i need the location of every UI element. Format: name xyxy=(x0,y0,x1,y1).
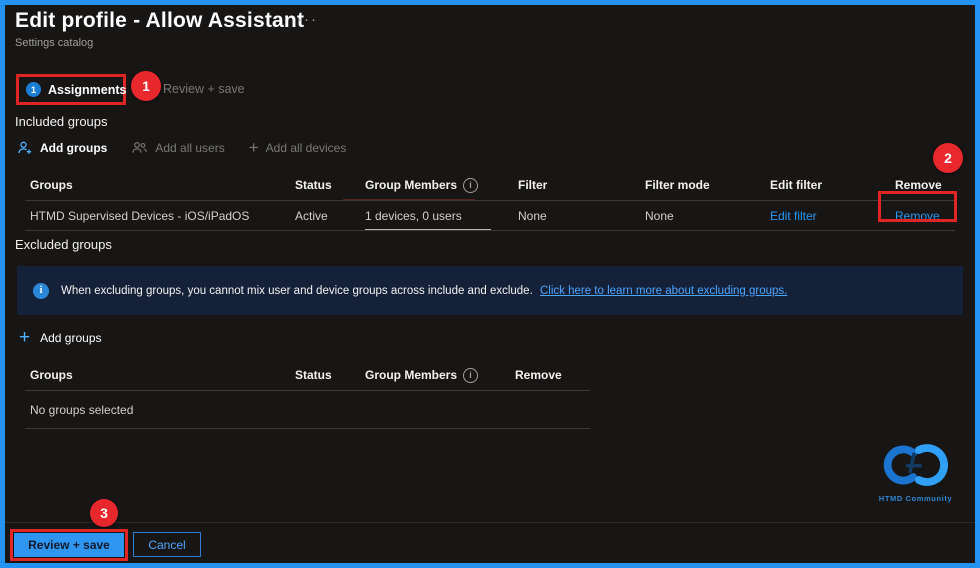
empty-state-text: No groups selected xyxy=(25,391,590,429)
htmd-community-logo: HTMD Community xyxy=(858,443,973,503)
col-edit-filter: Edit filter xyxy=(765,178,890,192)
tab-assignments[interactable]: 1 Assignments xyxy=(16,74,126,105)
annotation-badge-2: 2 xyxy=(933,143,963,173)
excluded-groups-table: Groups Status Group Members i Remove No … xyxy=(25,360,590,429)
htmd-logo-label: HTMD Community xyxy=(858,494,973,503)
col-status: Status xyxy=(290,368,360,382)
annotation-badge-1: 1 xyxy=(131,71,161,101)
excluded-table-header: Groups Status Group Members i Remove xyxy=(25,360,590,391)
add-all-devices-label: Add all devices xyxy=(266,141,347,155)
learn-more-link[interactable]: Click here to learn more about excluding… xyxy=(540,285,787,297)
col-remove: Remove xyxy=(890,178,955,192)
add-all-users-label: Add all users xyxy=(155,141,224,155)
add-groups-button[interactable]: Add groups xyxy=(17,140,107,156)
group-name: HTMD Supervised Devices - iOS/iPadOS xyxy=(25,209,290,223)
col-filter-mode: Filter mode xyxy=(640,178,765,192)
info-icon[interactable]: i xyxy=(463,178,478,193)
group-filter-mode: None xyxy=(640,209,765,223)
info-banner-icon: i xyxy=(33,283,49,299)
banner-text: When excluding groups, you cannot mix us… xyxy=(61,285,787,297)
group-members-header-underline xyxy=(343,199,475,200)
add-groups-label: Add groups xyxy=(40,141,107,155)
col-status: Status xyxy=(290,178,360,192)
plus-icon: + xyxy=(249,141,259,155)
info-icon[interactable]: i xyxy=(463,368,478,383)
add-all-users-button[interactable]: Add all users xyxy=(131,140,224,156)
group-filter: None xyxy=(513,209,640,223)
excluded-add-groups-label: Add groups xyxy=(40,331,101,345)
group-members-cell-underline xyxy=(365,229,491,230)
group-status: Active xyxy=(290,209,360,223)
remove-link[interactable]: Remove xyxy=(895,209,940,223)
cancel-button[interactable]: Cancel xyxy=(133,532,201,557)
group-members-count: 1 devices, 0 users xyxy=(360,209,513,223)
plus-icon: + xyxy=(19,331,30,345)
footer-divider xyxy=(5,522,975,523)
annotation-badge-3: 3 xyxy=(90,499,118,527)
htmd-logo-icon xyxy=(880,443,952,487)
tab-review-save[interactable]: Review + save xyxy=(163,82,245,96)
excluded-add-groups-button[interactable]: + Add groups xyxy=(19,331,102,345)
page-title: Edit profile - Allow Assistant xyxy=(15,9,304,33)
col-groups: Groups xyxy=(25,368,290,382)
people-icon xyxy=(131,140,148,156)
person-add-icon xyxy=(17,140,33,156)
included-groups-heading: Included groups xyxy=(15,114,108,129)
col-groups: Groups xyxy=(25,178,290,192)
included-groups-toolbar: Add groups Add all users + Add all devic… xyxy=(17,140,346,156)
excluded-groups-heading: Excluded groups xyxy=(15,237,112,252)
add-all-devices-button[interactable]: + Add all devices xyxy=(249,141,347,155)
table-row: HTMD Supervised Devices - iOS/iPadOS Act… xyxy=(25,201,955,231)
col-filter: Filter xyxy=(513,178,640,192)
edit-profile-window: Edit profile - Allow Assistant ··· Setti… xyxy=(0,0,980,568)
included-table-header: Groups Status Group Members i Filter Fil… xyxy=(25,170,955,201)
step-1-icon: 1 xyxy=(26,82,41,97)
exclusion-info-banner: i When excluding groups, you cannot mix … xyxy=(17,266,963,315)
col-group-members: Group Members i xyxy=(360,368,510,383)
included-groups-table: Groups Status Group Members i Filter Fil… xyxy=(25,170,955,231)
page-subtitle: Settings catalog xyxy=(15,37,93,49)
tab-assignments-label: Assignments xyxy=(48,83,127,97)
more-options-icon[interactable]: ··· xyxy=(297,11,318,28)
review-save-button[interactable]: Review + save xyxy=(14,533,124,557)
edit-filter-link[interactable]: Edit filter xyxy=(770,209,817,223)
col-remove: Remove xyxy=(510,368,590,382)
col-group-members: Group Members i xyxy=(360,178,513,193)
